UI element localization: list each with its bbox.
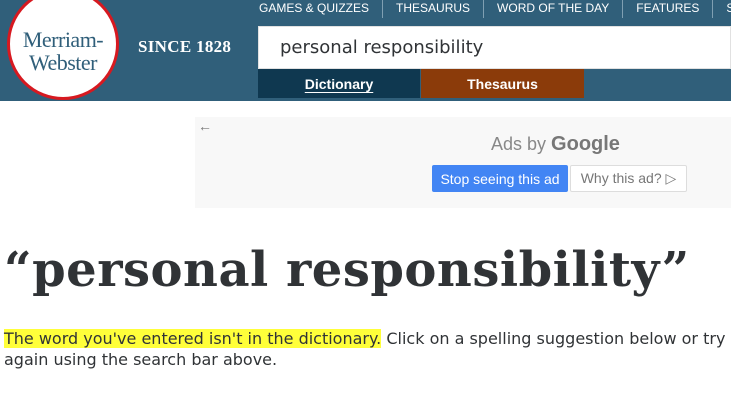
- search-input[interactable]: [259, 27, 730, 68]
- stop-seeing-ad-button[interactable]: Stop seeing this ad: [432, 165, 568, 192]
- ads-by-text: Ads by: [491, 134, 547, 154]
- since-tagline: SINCE 1828: [138, 37, 232, 56]
- nav-games-quizzes[interactable]: GAMES & QUIZZES: [246, 0, 384, 18]
- logo-line-1: Merriam-: [22, 27, 104, 52]
- tab-dictionary[interactable]: Dictionary: [258, 69, 420, 98]
- tab-dictionary-label: Dictionary: [304, 75, 374, 92]
- google-text: Google: [551, 133, 620, 155]
- ad-panel: ← Ads by Google Stop seeing this ad Why …: [195, 117, 731, 208]
- nav-more[interactable]: S: [713, 0, 731, 18]
- tab-thesaurus[interactable]: Thesaurus: [421, 69, 584, 98]
- why-this-ad-button[interactable]: Why this ad? ▷: [570, 165, 687, 192]
- not-found-message: The word you've entered isn't in the dic…: [4, 328, 728, 370]
- merriam-webster-logo[interactable]: Merriam- Webster: [7, 0, 119, 100]
- search-box[interactable]: [258, 26, 731, 69]
- page-title: “personal responsibility”: [4, 242, 690, 298]
- ads-by-google-label: Ads by Google: [491, 133, 620, 156]
- highlighted-message: The word you've entered isn't in the dic…: [4, 329, 382, 348]
- tab-thesaurus-label: Thesaurus: [467, 75, 538, 92]
- nav-thesaurus[interactable]: THESAURUS: [383, 0, 485, 18]
- logo-line-2: Webster: [28, 50, 98, 75]
- back-arrow-icon[interactable]: ←: [198, 118, 212, 134]
- site-header: Merriam- Webster SINCE 1828 GAMES & QUIZ…: [0, 0, 731, 101]
- top-nav: GAMES & QUIZZES THESAURUS WORD OF THE DA…: [246, 0, 731, 18]
- nav-word-of-the-day[interactable]: WORD OF THE DAY: [484, 0, 624, 18]
- nav-features[interactable]: FEATURES: [623, 0, 714, 18]
